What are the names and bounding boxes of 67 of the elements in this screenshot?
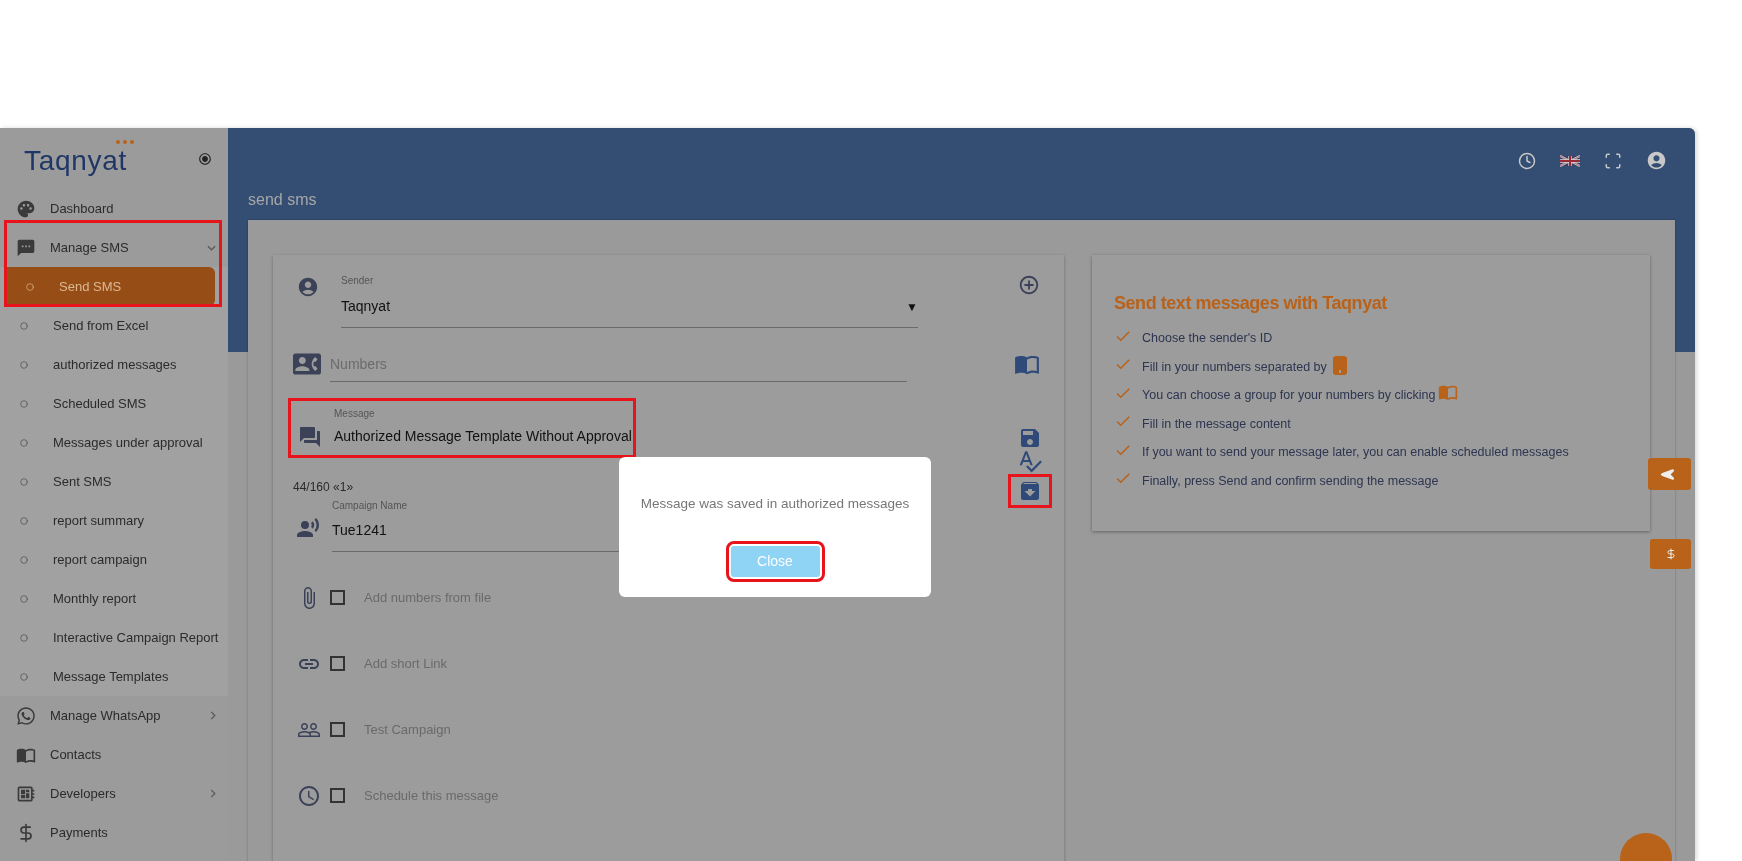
info-title: Send text messages with Taqnyat bbox=[1114, 292, 1388, 315]
sidebar-item[interactable]: Developers bbox=[0, 774, 228, 813]
circle-icon bbox=[20, 321, 28, 330]
chevron-right-icon bbox=[210, 711, 216, 720]
speaker-person-icon bbox=[296, 516, 320, 540]
spellcheck-icon[interactable] bbox=[1017, 448, 1043, 474]
save-icon[interactable] bbox=[1018, 426, 1042, 450]
sidebar-item[interactable]: Manage WhatsApp bbox=[0, 696, 228, 735]
circle-icon bbox=[20, 516, 28, 525]
user-icon bbox=[297, 276, 319, 298]
sidebar-subitem[interactable]: Message Templates bbox=[0, 657, 228, 696]
sidebar-subitem[interactable]: Interactive Campaign Report bbox=[0, 618, 228, 657]
circle-icon bbox=[20, 399, 28, 408]
send-button[interactable] bbox=[1648, 458, 1691, 490]
page-title: send sms bbox=[248, 190, 317, 210]
checkbox[interactable] bbox=[330, 788, 345, 803]
clock-icon bbox=[297, 783, 321, 808]
sidebar-subitem[interactable]: Monthly report bbox=[0, 579, 228, 618]
sidebar-item[interactable]: Manage SMS bbox=[0, 228, 228, 267]
sidebar-subitem[interactable]: Sent SMS bbox=[0, 462, 228, 501]
archive-button[interactable] bbox=[1008, 474, 1052, 508]
sidebar-subitem[interactable]: authorized messages bbox=[0, 345, 228, 384]
uk-flag-icon[interactable] bbox=[1560, 154, 1580, 167]
fullscreen-icon[interactable] bbox=[1604, 151, 1622, 170]
step-text: Fill in your numbers separated by bbox=[1142, 358, 1327, 376]
chat-icon bbox=[16, 237, 36, 258]
whatsapp-icon bbox=[16, 705, 36, 726]
logo: Taqnyat bbox=[24, 139, 134, 178]
step-text: Fill in the message content bbox=[1142, 415, 1291, 433]
step-text: Choose the sender's ID bbox=[1142, 330, 1273, 348]
character-counter: 44/160 «1» bbox=[293, 479, 354, 496]
radio-icon[interactable] bbox=[198, 151, 212, 166]
archive-icon bbox=[1018, 479, 1042, 503]
circle-icon bbox=[26, 282, 34, 291]
sender-select[interactable]: Sender Taqnyat ▼ bbox=[341, 273, 918, 328]
message-field[interactable]: Message Authorized Message Template Without Approval bbox=[288, 398, 636, 458]
checkbox[interactable] bbox=[330, 656, 345, 671]
dollar-icon bbox=[1664, 548, 1677, 560]
sidebar-item[interactable]: Payments bbox=[0, 813, 228, 852]
step-text: Finally, press Send and confirm sending the message bbox=[1142, 472, 1439, 490]
sidebar-subitem[interactable]: Send from Excel bbox=[0, 306, 228, 345]
circle-icon bbox=[20, 438, 28, 447]
sidebar-subitem[interactable]: report campaign bbox=[0, 540, 228, 579]
clock-icon[interactable] bbox=[1518, 151, 1536, 170]
circle-icon bbox=[20, 555, 28, 564]
circle-icon bbox=[20, 594, 28, 603]
circle-icon bbox=[20, 672, 28, 681]
sidebar-item[interactable]: Contacts bbox=[0, 735, 228, 774]
chat-bubbles-icon bbox=[298, 425, 322, 449]
circle-icon bbox=[20, 633, 28, 642]
comma-key-icon bbox=[1332, 355, 1347, 375]
sidebar-subitem[interactable]: Scheduled SMS bbox=[0, 384, 228, 423]
sidebar-item[interactable]: Dashboard bbox=[0, 189, 228, 228]
step-text: You can choose a group for your numbers by clicking bbox=[1142, 387, 1436, 405]
account-icon[interactable] bbox=[1646, 150, 1667, 171]
palette-icon bbox=[16, 198, 36, 219]
circle-icon bbox=[20, 360, 28, 369]
sidebar-subitem[interactable]: Messages under approval bbox=[0, 423, 228, 462]
circle-icon bbox=[20, 477, 28, 486]
sidebar-subitem[interactable]: report summary bbox=[0, 501, 228, 540]
checkbox[interactable] bbox=[330, 590, 345, 605]
chevron-right-icon bbox=[210, 789, 216, 798]
dialog-message: Message was saved in authorized messages bbox=[640, 495, 910, 513]
step-text: If you want to send your message later, you can enable scheduled messages bbox=[1142, 444, 1569, 462]
checkbox[interactable] bbox=[330, 722, 345, 737]
sidebar-subitem[interactable]: Send SMS bbox=[6, 267, 215, 306]
chevron-down-icon bbox=[207, 244, 216, 251]
